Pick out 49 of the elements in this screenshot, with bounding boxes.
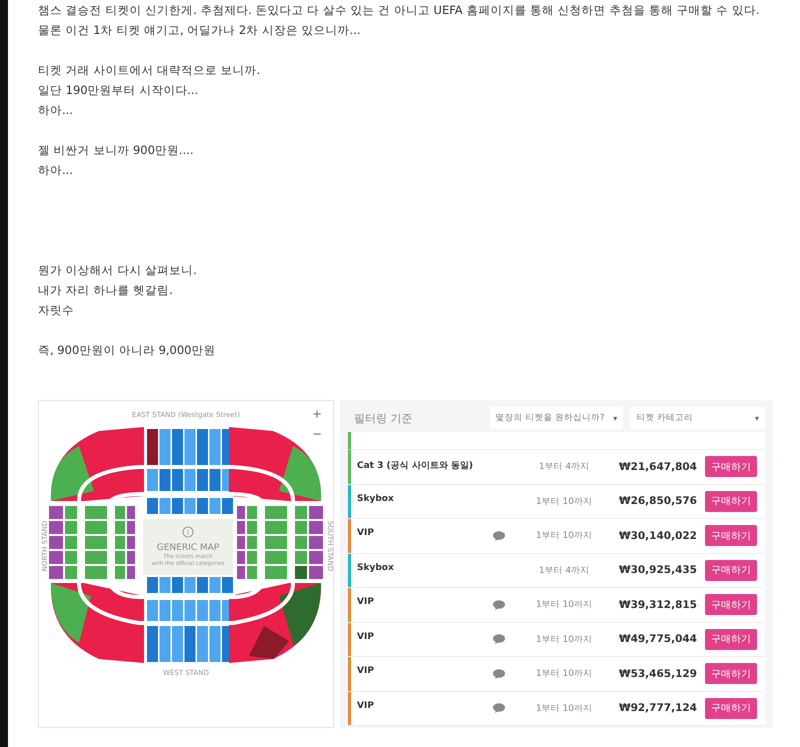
post-text-line: 티켓 거래 사이트에서 대략적으로 보니까.: [38, 62, 262, 79]
buy-button[interactable]: 구매하기: [705, 698, 757, 719]
map-title: GENERIC MAP: [156, 543, 220, 553]
post-text-line: 즉, 900만원이 아니라 9,000만원: [38, 342, 216, 359]
buy-button[interactable]: 구매하기: [705, 594, 757, 616]
post-text-line: 챔스 결승전 티켓이 신기한게. 추첨제다. 돈있다고 다 살수 있는 건 아니고 UEFA 홈페이지를 통해 신청하면 추첨을 통해 구매할 수 있다.: [38, 2, 761, 19]
buy-button[interactable]: 구매하기: [705, 525, 757, 546]
category-text: VIP: [356, 700, 375, 710]
post-text-line: 물론 이건 1차 티켓 얘기고, 어딜가나 2차 시장은 있으니까...: [38, 22, 362, 39]
quantity-text: 1부터 10까지: [534, 702, 594, 715]
buy-button[interactable]: 구매하기: [705, 560, 757, 581]
category-text: VIP: [356, 528, 375, 538]
dropdown[interactable]: 몇장의 티켓을 원하십니까? ▾: [490, 407, 624, 429]
price-text: ₩30,925,435: [618, 564, 697, 576]
price-text: ₩21,647,804: [618, 460, 697, 473]
category-text: VIP: [356, 597, 375, 607]
price-text: ₩49,775,044: [618, 633, 697, 646]
post-text-line: 하아...: [38, 162, 74, 179]
quantity-text: 1부터 10까지: [534, 668, 594, 680]
quantity-text: 1부터 10까지: [534, 634, 594, 646]
price-text: ₩53,465,129: [618, 668, 697, 680]
quantity-text: 1부터 4까지: [538, 461, 590, 474]
price-text: ₩39,312,815: [618, 598, 697, 611]
caret-icon: ▾: [613, 414, 618, 422]
price-text: ₩30,140,022: [618, 530, 697, 542]
quantity-text: 1부터 10까지: [534, 496, 594, 508]
buy-button[interactable]: 구매하기: [705, 663, 757, 684]
dropdown[interactable]: 티켓 카테고리 ▾: [630, 407, 765, 429]
buy-button[interactable]: 구매하기: [705, 628, 757, 650]
category-text: Cat 3 (공식 사이트와 동일): [356, 460, 474, 472]
post-text-line: 하아...: [38, 102, 74, 119]
post-text-line: 젤 비싼거 보니까 900만원....: [38, 142, 195, 159]
category-text: VIP: [356, 666, 375, 676]
post-text-line: 자릿수: [38, 302, 75, 319]
category-text: Skybox: [356, 562, 395, 572]
quantity-text: 1부터 10까지: [534, 599, 594, 612]
filter-label: 필터링 기준: [353, 410, 414, 426]
buy-button[interactable]: 구매하기: [705, 490, 757, 512]
post-text-line: 내가 자리 하나를 헷갈림.: [38, 282, 174, 299]
quantity-text: 1부터 10까지: [534, 530, 594, 542]
buy-button[interactable]: 구매하기: [705, 456, 757, 478]
caret-icon: ▾: [754, 414, 759, 422]
price-text: ₩26,850,576: [618, 495, 697, 508]
category-text: VIP: [356, 632, 375, 642]
quantity-text: 1부터 4까지: [538, 564, 590, 577]
category-text: Skybox: [356, 494, 395, 504]
price-text: ₩92,777,124: [618, 702, 697, 714]
post-text-line: 일단 190만원부터 시작이다...: [38, 82, 200, 99]
post-text-line: 뭔가 이상해서 다시 살펴보니.: [38, 262, 198, 279]
